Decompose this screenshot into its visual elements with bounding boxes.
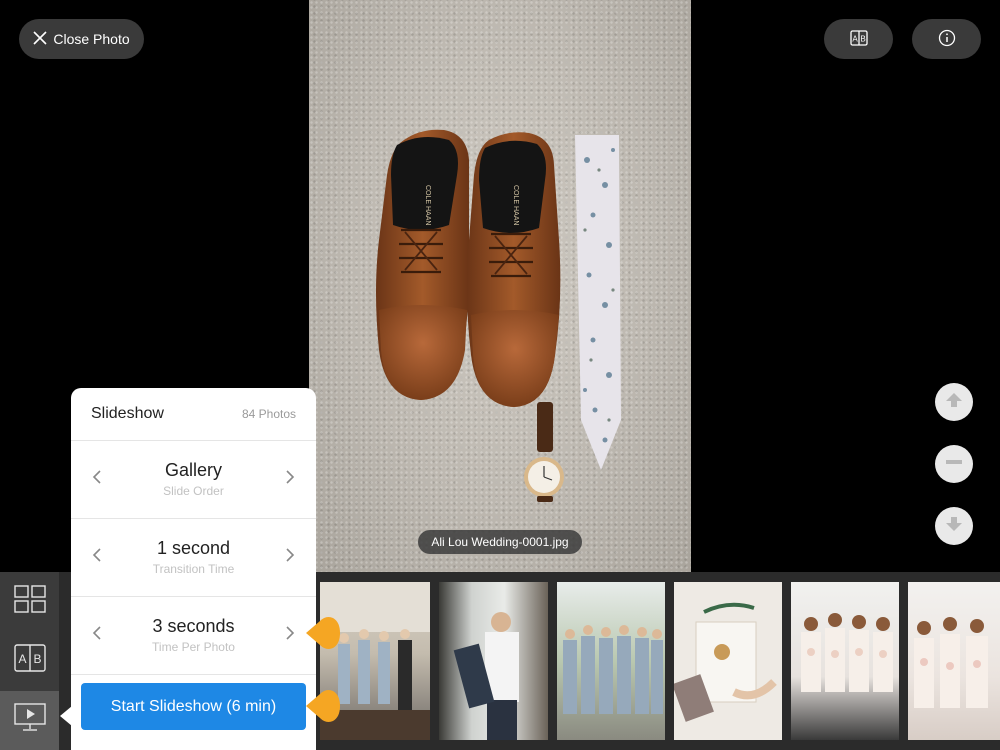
arrow-down-icon (944, 514, 964, 539)
slideshow-button[interactable] (0, 691, 59, 750)
arrow-up-icon (944, 390, 964, 415)
chevron-right-icon (285, 469, 295, 490)
scroll-down-button[interactable] (935, 507, 973, 545)
photo-count: 84 Photos (241, 407, 296, 421)
thumbnail[interactable] (439, 582, 548, 740)
zoom-out-button[interactable] (935, 445, 973, 483)
svg-text:B: B (860, 34, 865, 43)
info-icon (938, 29, 956, 50)
transition-time-next-button[interactable] (270, 519, 310, 596)
compare-view-button[interactable]: A B (0, 631, 59, 690)
slideshow-panel: Slideshow 84 Photos Gallery Slide Order … (71, 388, 316, 750)
slideshow-title: Slideshow (91, 405, 164, 422)
compare-ab-icon: A B (849, 29, 868, 49)
slide-order-next-button[interactable] (270, 441, 310, 518)
time-per-photo-option: 3 seconds Time Per Photo (71, 597, 316, 675)
svg-text:B: B (33, 652, 41, 666)
shoe-brand-left: COLE HAAN (424, 185, 431, 225)
grid-icon (13, 585, 46, 618)
grid-view-button[interactable] (0, 572, 59, 631)
slideshow-icon (13, 703, 46, 738)
close-photo-label: Close Photo (53, 31, 130, 47)
transition-time-option: 1 second Transition Time (71, 519, 316, 597)
compare-button[interactable]: A B (824, 19, 893, 59)
chevron-right-icon (285, 547, 295, 568)
callout-marker (306, 617, 340, 649)
callout-marker (306, 690, 340, 722)
thumbnail[interactable] (908, 582, 1000, 740)
close-icon (33, 30, 47, 48)
close-photo-button[interactable]: Close Photo (19, 19, 144, 59)
start-slideshow-button[interactable]: Start Slideshow (6 min) (81, 683, 306, 730)
scroll-up-button[interactable] (935, 383, 973, 421)
photo-caption: Ali Lou Wedding-0001.jpg (418, 530, 582, 554)
svg-text:A: A (18, 652, 26, 666)
shoe-brand-right: COLE HAAN (512, 185, 519, 225)
tool-rail: A B (0, 572, 59, 750)
main-photo: COLE HAAN COLE HAAN (309, 0, 691, 572)
slide-order-option: Gallery Slide Order (71, 441, 316, 519)
svg-text:A: A (852, 34, 858, 43)
thumbnail[interactable] (557, 582, 665, 740)
info-button[interactable] (912, 19, 981, 59)
time-per-photo-next-button[interactable] (270, 597, 310, 674)
thumbnail[interactable] (791, 582, 899, 740)
thumbnail[interactable] (674, 582, 782, 740)
compare-ab-icon: A B (13, 644, 46, 677)
slideshow-panel-header: Slideshow 84 Photos (71, 388, 316, 441)
chevron-right-icon (285, 625, 295, 646)
minus-icon (944, 452, 964, 477)
